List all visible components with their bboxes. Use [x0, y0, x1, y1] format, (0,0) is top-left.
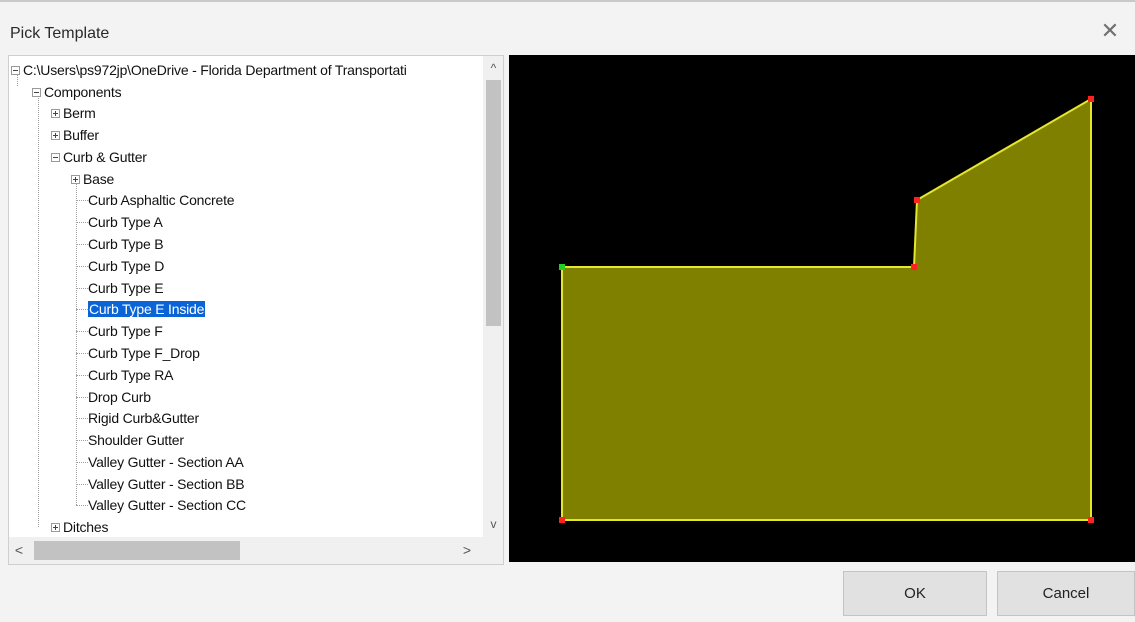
- tree-leaf[interactable]: Curb Type E: [88, 278, 164, 298]
- collapse-icon[interactable]: [51, 152, 60, 162]
- tree-guide-line: [76, 505, 88, 506]
- tree-guide-line: [76, 418, 88, 419]
- tree-guide-line: [76, 331, 88, 332]
- tree-leaf[interactable]: Valley Gutter - Section AA: [88, 452, 244, 472]
- tree-leaf[interactable]: Valley Gutter - Section CC: [88, 495, 246, 515]
- tree-guide-line: [76, 222, 88, 223]
- vertex-marker: [1088, 517, 1094, 523]
- tree-leaf[interactable]: Curb Type F: [88, 321, 163, 341]
- template-shape: [561, 97, 1092, 521]
- template-preview-svg: [559, 96, 1094, 523]
- tree-guide-line: [76, 266, 88, 267]
- scroll-down-arrow-icon[interactable]: v: [483, 514, 503, 534]
- expand-icon[interactable]: [51, 130, 60, 140]
- tree-guide-line: [76, 484, 88, 485]
- tree-leaf-label: Curb Asphaltic Concrete: [88, 192, 235, 208]
- tree-leaf-label: Shoulder Gutter: [88, 432, 184, 448]
- tree-leaf[interactable]: Curb Type B: [88, 234, 164, 254]
- vertex-marker: [914, 197, 920, 203]
- expand-icon[interactable]: [71, 174, 80, 184]
- components-label: Components: [44, 84, 122, 100]
- tree-leaf-label: Curb Type B: [88, 236, 164, 252]
- tree-leaf-label: Curb Type A: [88, 214, 163, 230]
- collapse-icon[interactable]: [11, 65, 20, 75]
- ok-button[interactable]: OK: [843, 571, 987, 616]
- template-tree[interactable]: C:\Users\ps972jp\OneDrive - Florida Depa…: [9, 56, 483, 537]
- close-icon[interactable]: ✕: [1099, 20, 1121, 42]
- tree-leaf[interactable]: Curb Asphaltic Concrete: [88, 190, 235, 210]
- expand-icon[interactable]: [51, 522, 60, 532]
- tree-guide-line: [76, 183, 77, 505]
- collapse-icon[interactable]: [32, 87, 41, 97]
- vertex-marker: [559, 517, 565, 523]
- template-tree-panel: C:\Users\ps972jp\OneDrive - Florida Depa…: [8, 55, 504, 565]
- curb-gutter-label: Curb & Gutter: [63, 149, 147, 165]
- vertical-scrollbar[interactable]: ^ v: [483, 56, 503, 537]
- ditches-label: Ditches: [63, 519, 109, 535]
- tree-node-berm[interactable]: Berm: [51, 103, 96, 123]
- tree-leaf[interactable]: Drop Curb: [88, 387, 151, 407]
- tree-node-ditches[interactable]: Ditches: [51, 517, 108, 537]
- tree-leaf-selected[interactable]: Curb Type E Inside: [88, 299, 206, 319]
- vertical-scroll-thumb[interactable]: [486, 80, 501, 326]
- tree-leaf-label: Curb Type RA: [88, 367, 174, 383]
- tree-node-root[interactable]: C:\Users\ps972jp\OneDrive - Florida Depa…: [11, 60, 407, 80]
- tree-guide-line: [76, 353, 88, 354]
- tree-node-components[interactable]: Components: [32, 82, 122, 102]
- tree-leaf-label: Drop Curb: [88, 389, 151, 405]
- dialog-title: Pick Template: [10, 25, 110, 42]
- tree-guide-line: [76, 288, 88, 289]
- tree-leaf[interactable]: Curb Type A: [88, 212, 163, 232]
- tree-guide-line: [76, 375, 88, 376]
- tree-leaf[interactable]: Rigid Curb&Gutter: [88, 408, 199, 428]
- scroll-right-arrow-icon[interactable]: >: [457, 537, 477, 564]
- base-label: Base: [83, 171, 115, 187]
- berm-label: Berm: [63, 105, 96, 121]
- tree-guide-line: [76, 462, 88, 463]
- tree-leaf-label-selected: Curb Type E Inside: [88, 301, 206, 317]
- tree-leaf[interactable]: Shoulder Gutter: [88, 430, 184, 450]
- scrollbar-corner: [483, 537, 503, 564]
- vertex-marker: [1088, 96, 1094, 102]
- tree-guide-line: [76, 397, 88, 398]
- tree-guide-line: [76, 309, 88, 310]
- tree-leaf[interactable]: Valley Gutter - Section BB: [88, 474, 245, 494]
- start-point-marker: [559, 264, 565, 270]
- root-path-label: C:\Users\ps972jp\OneDrive - Florida Depa…: [23, 62, 407, 78]
- tree-leaf[interactable]: Curb Type D: [88, 256, 164, 276]
- cancel-button[interactable]: Cancel: [997, 571, 1135, 616]
- expand-icon[interactable]: [51, 108, 60, 118]
- scroll-up-arrow-icon[interactable]: ^: [483, 58, 503, 78]
- tree-guide-line: [38, 94, 39, 527]
- tree-leaf-label: Curb Type E: [88, 280, 164, 296]
- tree-node-buffer[interactable]: Buffer: [51, 125, 99, 145]
- tree-node-base[interactable]: Base: [71, 169, 114, 189]
- tree-guide-line: [76, 244, 88, 245]
- scroll-left-arrow-icon[interactable]: <: [9, 537, 29, 564]
- tree-leaf-label: Curb Type D: [88, 258, 165, 274]
- tree-leaf-label: Rigid Curb&Gutter: [88, 410, 199, 426]
- tree-node-curb-gutter[interactable]: Curb & Gutter: [51, 147, 147, 167]
- vertex-marker: [911, 264, 917, 270]
- tree-leaf[interactable]: Curb Type RA: [88, 365, 173, 385]
- tree-guide-line: [76, 200, 88, 201]
- tree-leaf-label: Curb Type F: [88, 323, 163, 339]
- template-preview: [509, 55, 1135, 562]
- tree-leaf[interactable]: Curb Type F_Drop: [88, 343, 200, 363]
- horizontal-scroll-thumb[interactable]: [34, 541, 240, 560]
- tree-leaf-label: Valley Gutter - Section BB: [88, 476, 245, 492]
- tree-leaf-label: Valley Gutter - Section CC: [88, 497, 246, 513]
- pick-template-dialog: Pick Template ✕ C:\Users\ps972jp\OneDriv…: [0, 0, 1135, 622]
- tree-leaf-label: Curb Type F_Drop: [88, 345, 200, 361]
- buffer-label: Buffer: [63, 127, 99, 143]
- tree-leaf-label: Valley Gutter - Section AA: [88, 454, 244, 470]
- tree-guide-line: [76, 440, 88, 441]
- horizontal-scrollbar[interactable]: < >: [9, 537, 483, 564]
